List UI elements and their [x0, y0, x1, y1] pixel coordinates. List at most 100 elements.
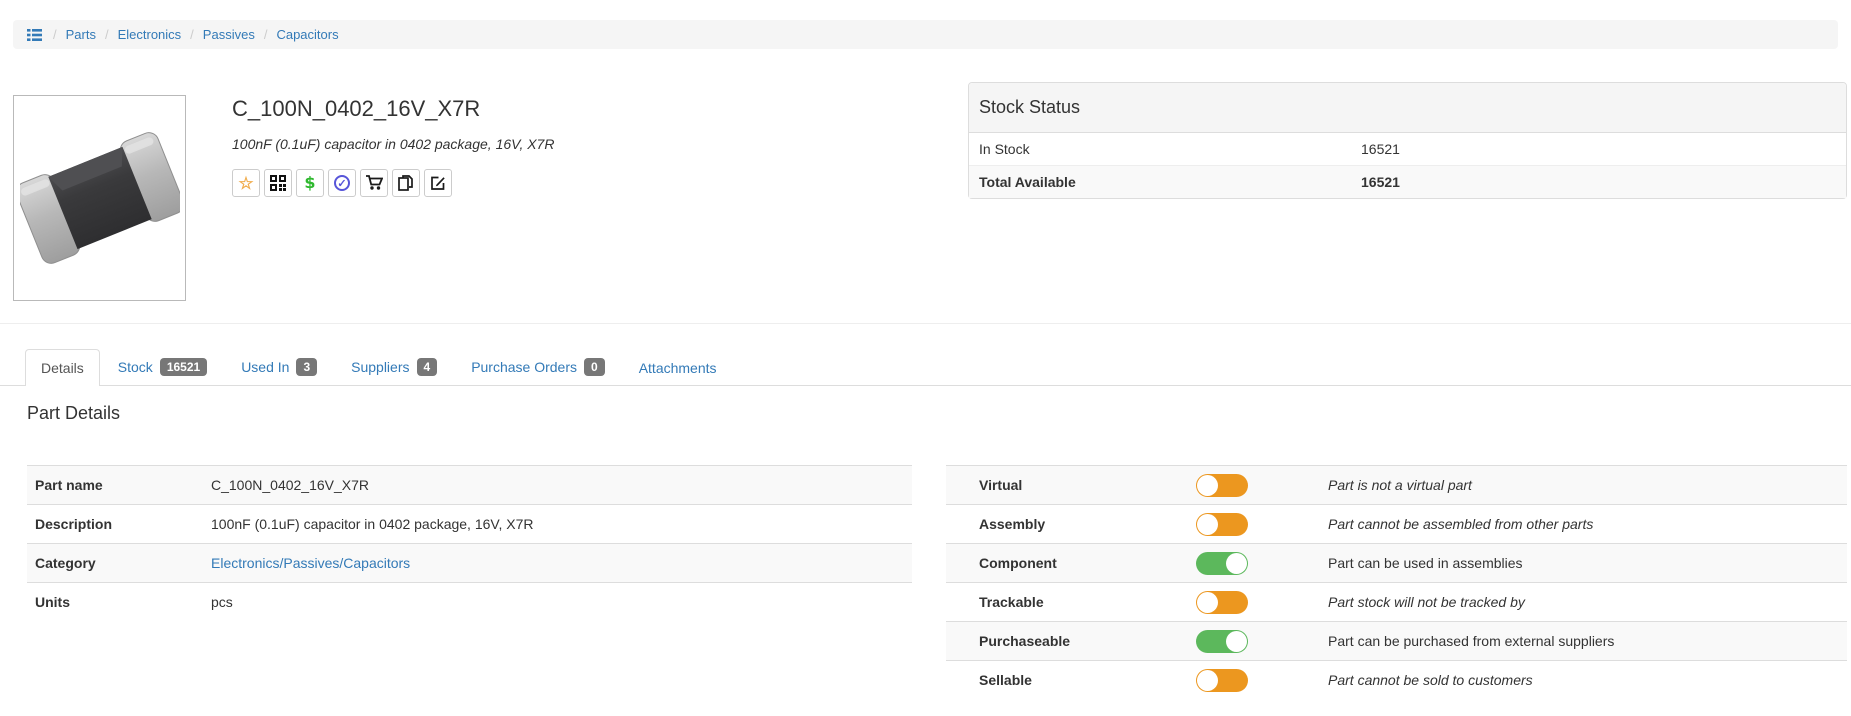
component-toggle[interactable] — [1196, 551, 1248, 575]
capacitor-image — [19, 132, 180, 264]
table-row: Description 100nF (0.1uF) capacitor in 0… — [27, 504, 912, 544]
suppliers-count-badge: 4 — [416, 358, 438, 376]
component-label: Component — [946, 543, 1188, 583]
table-row: Units pcs — [27, 582, 912, 622]
used-in-count-badge: 3 — [296, 358, 318, 376]
table-row: Sellable Part cannot be sold to customer… — [946, 660, 1847, 700]
in-stock-value: 16521 — [1361, 141, 1400, 157]
breadcrumb-item-passives[interactable]: Passives — [203, 27, 255, 42]
duplicate-part-button[interactable] — [392, 169, 420, 197]
validate-check-icon: ✓ — [334, 175, 350, 191]
table-row: Category Electronics/Passives/Capacitors — [27, 543, 912, 583]
in-stock-label: In Stock — [979, 141, 1030, 157]
tab-label: Purchase Orders — [471, 359, 578, 375]
table-row: Assembly Part cannot be assembled from o… — [946, 504, 1847, 544]
stock-status-panel: Stock Status In Stock 16521 Total Availa… — [968, 82, 1847, 199]
edit-icon — [431, 176, 445, 190]
assembly-label: Assembly — [946, 504, 1188, 544]
part-action-toolbar: ☆ $ ✓ — [232, 169, 554, 197]
component-description: Part can be used in assemblies — [1328, 555, 1523, 571]
stock-row-total-available: Total Available 16521 — [969, 166, 1846, 198]
trackable-description: Part stock will not be tracked by — [1328, 594, 1525, 610]
units-value: pcs — [203, 582, 912, 622]
part-name-value: C_100N_0402_16V_X7R — [203, 465, 912, 505]
part-details-table: Part name C_100N_0402_16V_X7R Descriptio… — [27, 465, 912, 622]
table-row: Purchaseable Part can be purchased from … — [946, 621, 1847, 661]
category-label: Category — [27, 543, 203, 583]
breadcrumb-separator: / — [190, 27, 194, 42]
total-available-label: Total Available — [979, 174, 1076, 190]
breadcrumb-separator: / — [263, 27, 268, 42]
tab-suppliers[interactable]: Suppliers 4 — [335, 347, 453, 386]
breadcrumb-separator: / — [53, 27, 57, 42]
description-label: Description — [27, 504, 203, 544]
duplicate-copy-icon — [398, 175, 413, 191]
tab-label: Stock — [117, 359, 153, 375]
virtual-toggle[interactable] — [1196, 473, 1248, 497]
purchase-orders-count-badge: 0 — [584, 358, 605, 376]
description-value: 100nF (0.1uF) capacitor in 0402 package,… — [203, 504, 912, 544]
qrcode-button[interactable] — [264, 169, 292, 197]
breadcrumb: / Parts / Electronics / Passives / Capac… — [13, 20, 1838, 49]
part-description: 100nF (0.1uF) capacitor in 0402 package,… — [232, 136, 555, 152]
part-image[interactable] — [13, 95, 186, 301]
table-row: Trackable Part stock will not be tracked… — [946, 582, 1847, 622]
stock-row-in-stock: In Stock 16521 — [969, 133, 1846, 166]
breadcrumb-item-parts[interactable]: Parts — [66, 27, 96, 42]
category-link[interactable]: Electronics/Passives/Capacitors — [211, 555, 410, 571]
purchaseable-description: Part can be purchased from external supp… — [1328, 633, 1615, 649]
units-label: Units — [27, 582, 203, 622]
virtual-label: Virtual — [946, 465, 1188, 505]
tab-stock[interactable]: Stock 16521 — [102, 347, 223, 386]
part-attributes-table: Virtual Part is not a virtual part Assem… — [946, 465, 1847, 700]
list-icon[interactable] — [27, 28, 42, 42]
qrcode-icon — [270, 175, 286, 191]
edit-part-button[interactable] — [424, 169, 452, 197]
order-cart-icon — [365, 175, 383, 190]
breadcrumb-separator: / — [104, 27, 109, 42]
tab-purchase-orders[interactable]: Purchase Orders 0 — [455, 347, 621, 386]
part-title: C_100N_0402_16V_X7R — [232, 96, 481, 121]
tab-attachments[interactable]: Attachments — [623, 349, 733, 386]
tab-label: Attachments — [638, 360, 717, 376]
virtual-description: Part is not a virtual part — [1328, 477, 1472, 493]
favourite-star-button[interactable]: ☆ — [232, 169, 260, 197]
tab-label: Used In — [241, 359, 290, 375]
part-name-label: Part name — [27, 465, 203, 505]
table-row: Virtual Part is not a virtual part — [946, 465, 1847, 505]
part-tabs: Details Stock 16521 Used In 3 Suppliers … — [0, 344, 1851, 386]
toggle-knob — [1197, 474, 1218, 496]
star-icon: ☆ — [238, 173, 254, 193]
tab-used-in[interactable]: Used In 3 — [225, 347, 333, 386]
purchaseable-label: Purchaseable — [946, 621, 1188, 661]
assembly-description: Part cannot be assembled from other part… — [1328, 516, 1594, 532]
trackable-label: Trackable — [946, 582, 1188, 622]
purchaseable-toggle[interactable] — [1196, 629, 1248, 653]
pricing-button[interactable]: $ — [296, 169, 324, 197]
toggle-knob — [1197, 513, 1218, 535]
toggle-knob — [1226, 552, 1247, 574]
sellable-description: Part cannot be sold to customers — [1328, 672, 1533, 689]
stock-status-title: Stock Status — [969, 83, 1846, 133]
breadcrumb-item-capacitors[interactable]: Capacitors — [276, 27, 338, 42]
table-row: Component Part can be used in assemblies — [946, 543, 1847, 583]
toggle-knob — [1197, 669, 1218, 691]
assembly-toggle[interactable] — [1196, 512, 1248, 536]
breadcrumb-item-electronics[interactable]: Electronics — [118, 27, 182, 42]
toggle-knob — [1197, 591, 1218, 613]
tab-label: Suppliers — [351, 359, 410, 375]
tab-label: Details — [41, 360, 84, 376]
total-available-value: 16521 — [1361, 174, 1400, 190]
validate-button[interactable]: ✓ — [328, 169, 356, 197]
tab-details[interactable]: Details — [25, 349, 100, 386]
stock-count-badge: 16521 — [159, 358, 208, 376]
order-part-button[interactable] — [360, 169, 388, 197]
part-details-heading: Part Details — [27, 403, 121, 423]
sellable-toggle[interactable] — [1196, 668, 1248, 692]
toggle-knob — [1226, 630, 1247, 652]
section-divider — [0, 323, 1851, 324]
sellable-label: Sellable — [946, 660, 1188, 700]
table-row: Part name C_100N_0402_16V_X7R — [27, 465, 912, 505]
trackable-toggle[interactable] — [1196, 590, 1248, 614]
price-dollar-icon: $ — [304, 173, 316, 192]
